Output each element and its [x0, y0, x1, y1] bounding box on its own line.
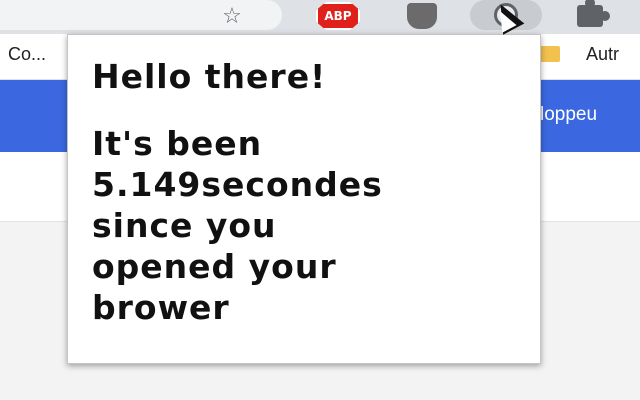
folder-icon: [540, 46, 560, 62]
browser-toolbar: ☆ ABP: [0, 0, 640, 34]
bookmark-item[interactable]: Co...: [8, 44, 46, 65]
popup-message-line: 5.149secondes: [92, 165, 383, 204]
abp-icon: ABP: [316, 2, 360, 30]
popup-message-line: brower: [92, 288, 230, 327]
shield-icon: [407, 3, 437, 29]
popup-message-line: opened your: [92, 247, 337, 286]
extension-popup: Hello there! It's been 5.149secondes sin…: [67, 34, 541, 364]
adblock-extension-button[interactable]: ABP: [314, 2, 362, 30]
popup-message-line: since you: [92, 206, 277, 245]
popup-title: Hello there!: [92, 57, 327, 96]
puzzle-icon: [577, 0, 610, 27]
bookmark-folder-item[interactable]: Autr: [586, 44, 619, 65]
star-icon[interactable]: ☆: [214, 2, 250, 30]
extensions-menu-button[interactable]: [562, 0, 618, 30]
shield-extension-button[interactable]: [398, 2, 446, 30]
popup-message: It's been 5.149secondes since you opened…: [92, 123, 516, 328]
page-header-text: loppeu: [540, 104, 598, 125]
popup-message-line: It's been: [92, 124, 263, 163]
